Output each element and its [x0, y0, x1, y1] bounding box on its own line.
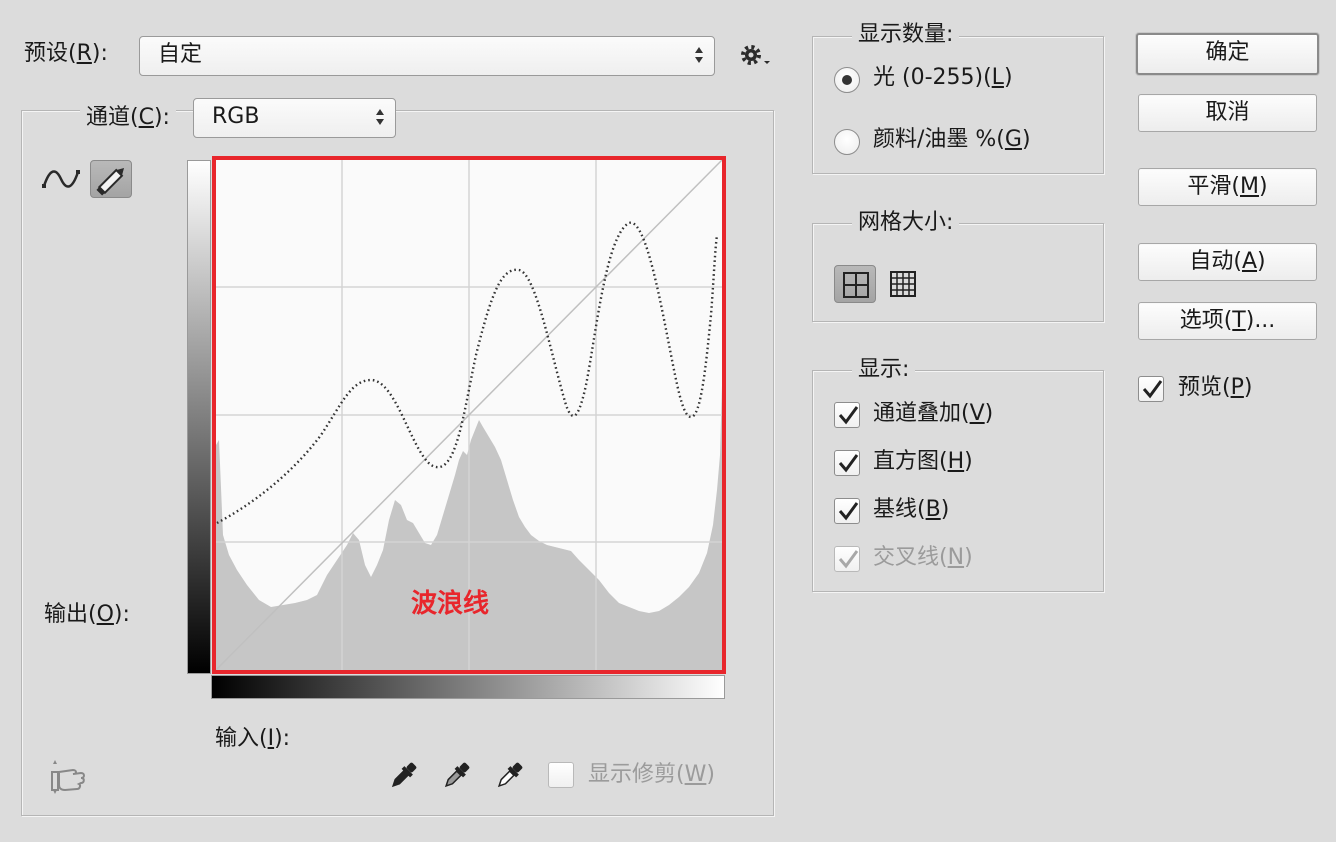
- auto-button[interactable]: 自动(A): [1138, 243, 1317, 281]
- pigment-radio[interactable]: [834, 129, 860, 155]
- light-radio[interactable]: [834, 67, 860, 93]
- pencil-tool[interactable]: [90, 160, 132, 198]
- histogram-label: 直方图(H): [873, 449, 973, 474]
- gray-point-eyedropper[interactable]: [438, 758, 474, 794]
- on-image-adjust-tool[interactable]: [45, 758, 89, 798]
- input-label: 输入(I):: [215, 726, 291, 751]
- detailed-grid-icon: [890, 271, 916, 297]
- preset-value: 自定: [158, 42, 203, 67]
- show-clipping-label: 显示修剪(W): [588, 762, 715, 787]
- channel-overlays-checkbox[interactable]: [834, 402, 860, 428]
- eyedropper-white-icon: [497, 762, 523, 788]
- simple-grid-icon: [843, 272, 869, 298]
- smooth-button[interactable]: 平滑(M): [1138, 168, 1317, 206]
- pencil-icon: [96, 167, 125, 196]
- detailed-grid-button[interactable]: [884, 265, 926, 303]
- show-clipping-checkbox[interactable]: [548, 762, 574, 788]
- gear-icon: [741, 45, 770, 65]
- hand-adjust-icon: [51, 760, 85, 794]
- channel-select[interactable]: RGB: [193, 98, 396, 138]
- input-gradient-bar: [211, 675, 725, 699]
- intersection-line-label: 交叉线(N): [873, 545, 973, 570]
- ok-button[interactable]: 确定: [1136, 33, 1319, 75]
- pigment-label: 颜料/油墨 %(G): [873, 127, 1031, 152]
- checkmark-icon: [838, 502, 859, 521]
- curve-icon: [42, 170, 80, 188]
- output-label: 输出(O):: [44, 602, 130, 627]
- eyedropper-black-icon: [391, 762, 417, 788]
- preview-checkbox[interactable]: [1138, 376, 1164, 402]
- preview-label: 预览(P): [1178, 375, 1253, 400]
- checkmark-icon: [838, 550, 859, 569]
- channel-value: RGB: [212, 104, 260, 129]
- preset-label: 预设(R):: [24, 41, 108, 66]
- channel-label: 通道(C):: [80, 104, 176, 132]
- black-point-eyedropper[interactable]: [385, 758, 421, 794]
- white-point-eyedropper[interactable]: [491, 758, 527, 794]
- light-label: 光 (0-255)(L): [873, 65, 1013, 90]
- annotation-text: 波浪线: [411, 589, 490, 619]
- baseline-label: 基线(B): [873, 497, 950, 522]
- checkmark-icon: [838, 454, 859, 473]
- channel-overlays-label: 通道叠加(V): [873, 401, 994, 426]
- checkmark-icon: [838, 406, 859, 425]
- show-amount-title: 显示数量:: [852, 21, 960, 49]
- intersection-line-checkbox[interactable]: [834, 546, 860, 572]
- select-arrows-icon: [695, 47, 703, 63]
- eyedropper-gray-icon: [444, 762, 470, 788]
- grid-size-title: 网格大小:: [852, 209, 960, 237]
- display-title: 显示:: [852, 356, 916, 384]
- curve-point-tool[interactable]: [40, 160, 82, 198]
- baseline-checkbox[interactable]: [834, 498, 860, 524]
- options-button[interactable]: 选项(T)...: [1138, 302, 1317, 340]
- simple-grid-button[interactable]: [834, 265, 876, 303]
- histogram-checkbox[interactable]: [834, 450, 860, 476]
- gear-menu-button[interactable]: [738, 42, 774, 70]
- preset-select[interactable]: 自定: [139, 36, 715, 76]
- cancel-button[interactable]: 取消: [1138, 94, 1317, 132]
- checkmark-icon: [1142, 380, 1163, 399]
- select-arrows-icon: [376, 109, 384, 125]
- output-gradient-bar: [187, 160, 211, 674]
